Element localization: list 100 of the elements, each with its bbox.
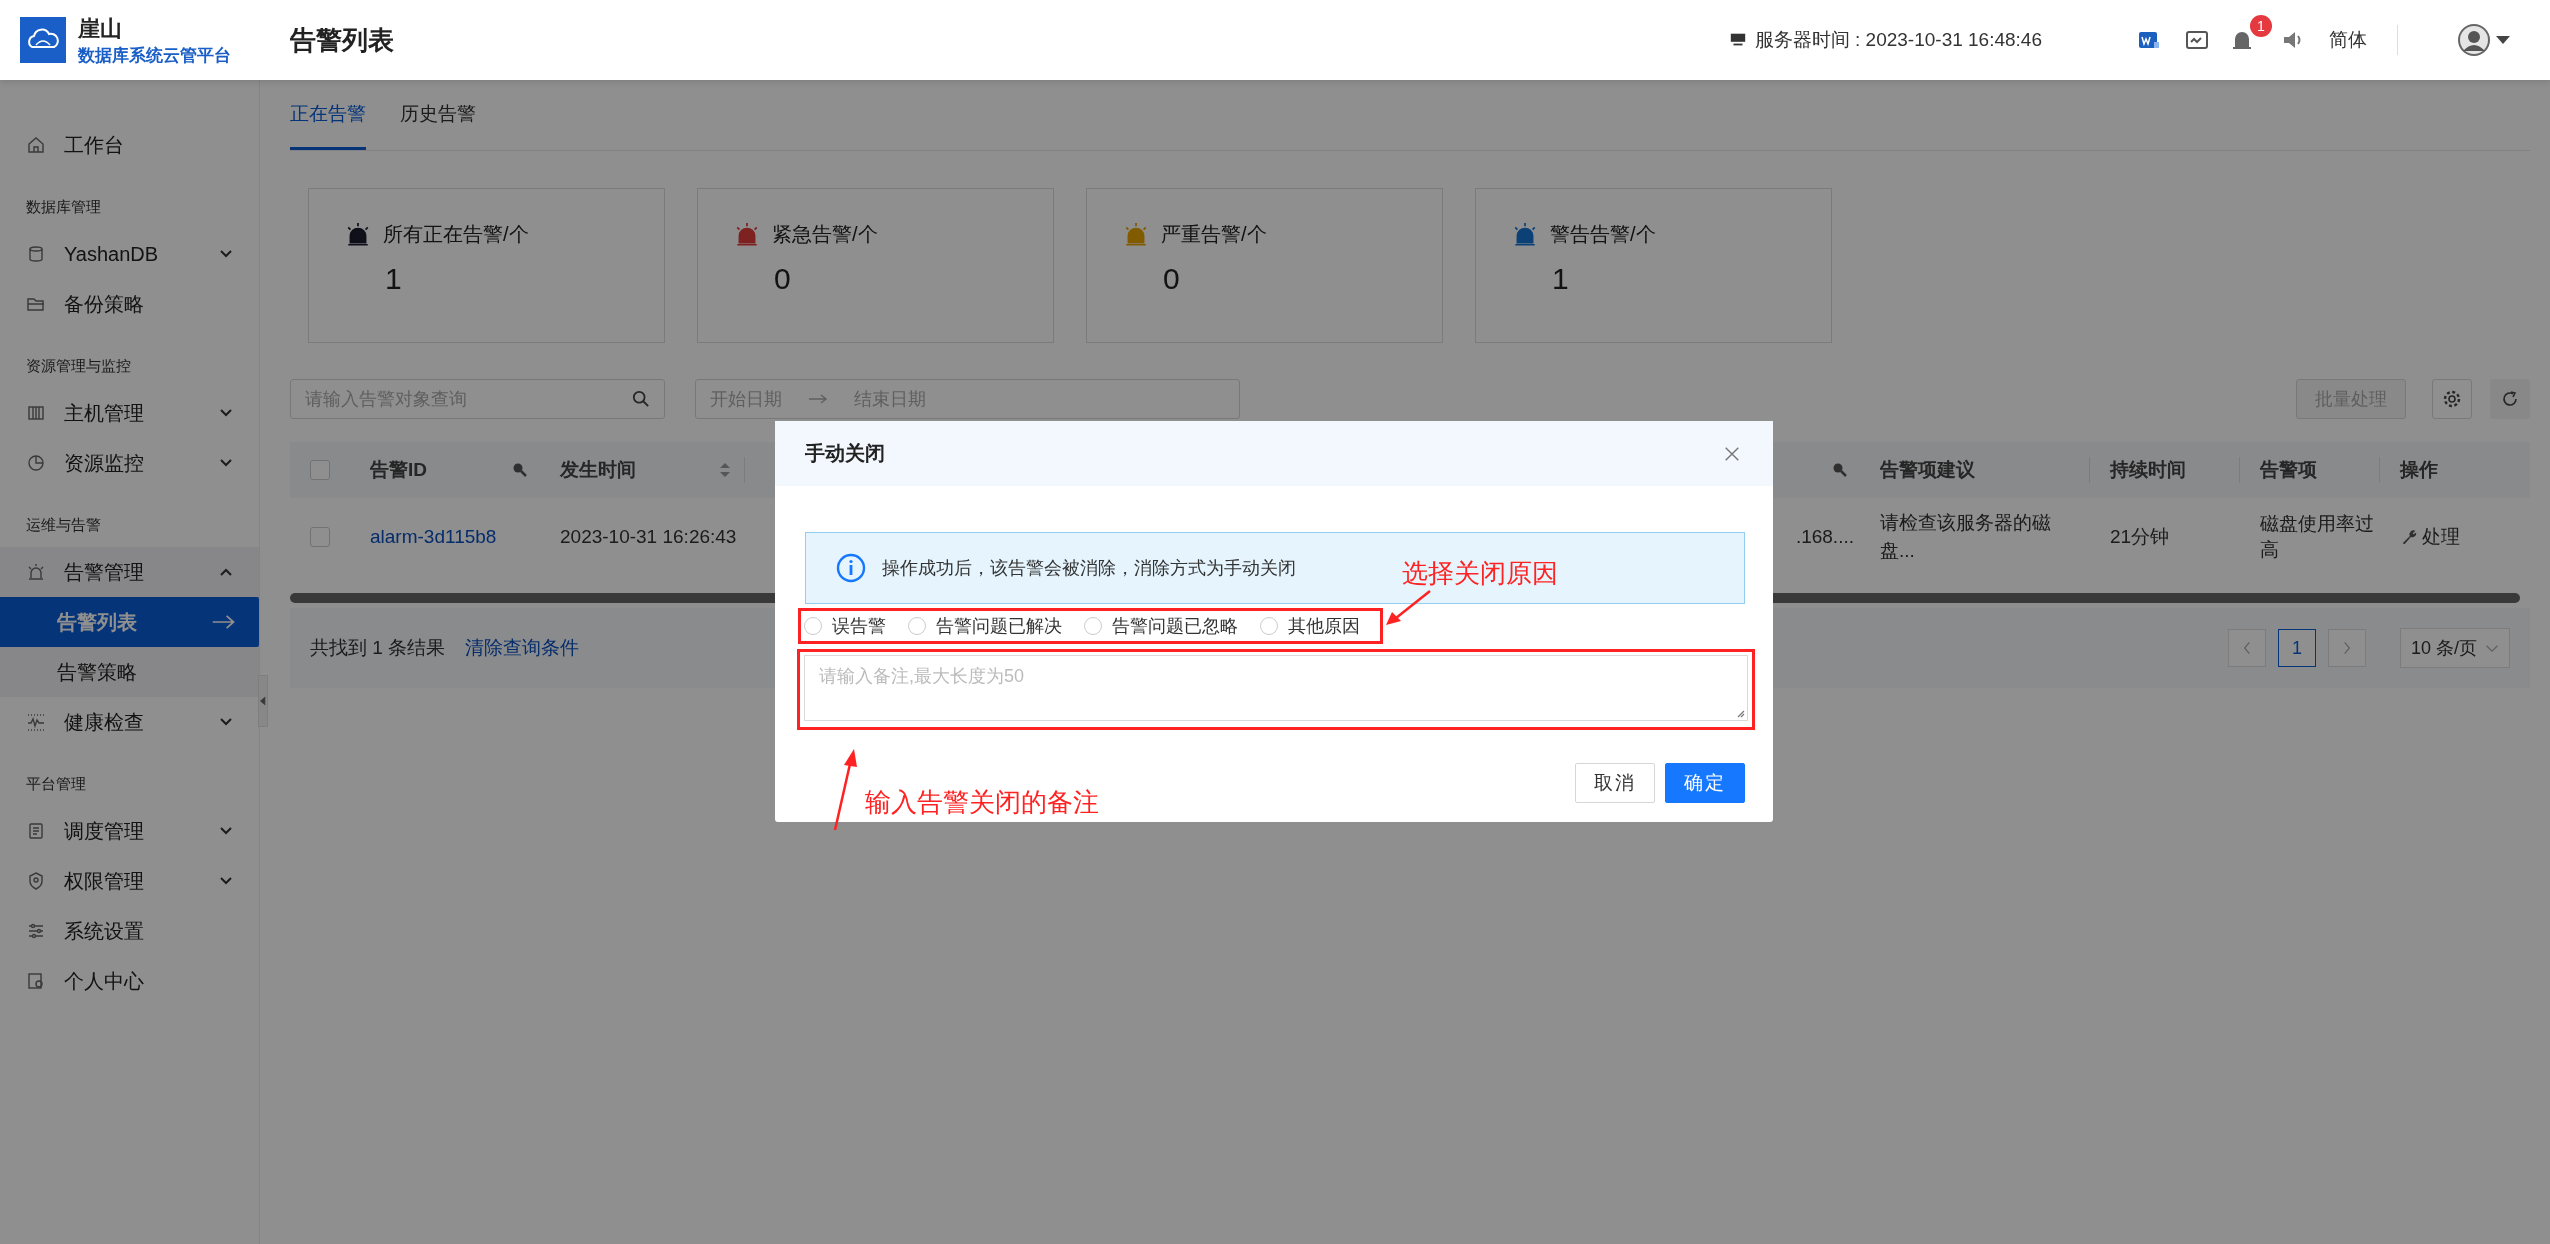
sliders-icon	[26, 921, 46, 941]
server-icon	[26, 403, 46, 423]
chevron-icon	[219, 826, 233, 836]
column-header: 持续时间	[2110, 458, 2186, 482]
database-icon	[26, 244, 46, 264]
page-title: 告警列表	[290, 23, 394, 57]
stat-value: 1	[1552, 262, 1570, 296]
settings-button[interactable]	[2432, 379, 2472, 419]
chevron-icon	[219, 876, 233, 886]
pie-chart-icon	[26, 453, 46, 473]
notification-badge: 1	[2250, 15, 2272, 37]
user-card-icon	[26, 971, 46, 991]
dialog-title: 手动关闭	[805, 441, 886, 466]
stat-value: 0	[774, 262, 792, 296]
sidebar-section-label: 资源管理与监控	[25, 356, 132, 376]
document-icon	[26, 821, 46, 841]
arrow-icon	[211, 613, 237, 631]
table-cell-text: 磁盘使用率过高	[2260, 512, 2375, 562]
cancel-button[interactable]: 取消	[1575, 763, 1655, 803]
radio-option[interactable]: 告警问题已忽略	[1084, 614, 1238, 638]
chevron-icon	[219, 567, 233, 577]
column-header: 告警项	[2260, 458, 2317, 482]
column-header: 发生时间	[560, 458, 636, 482]
stat-label: 所有正在告警/个	[383, 222, 529, 247]
chevron-icon	[219, 717, 233, 727]
sidebar-item[interactable]: 健康检查	[0, 697, 259, 747]
settings-icon	[2442, 389, 2462, 409]
column-header: 告警项建议	[1880, 458, 1975, 482]
chevron-icon	[219, 249, 233, 259]
sidebar-item[interactable]: 主机管理	[0, 388, 259, 438]
sidebar-item[interactable]: 权限管理	[0, 856, 259, 906]
sidebar-section-label: 运维与告警	[25, 515, 102, 535]
sidebar-subitem[interactable]: 告警列表	[0, 597, 259, 647]
chevron-icon	[219, 408, 233, 418]
home-icon	[26, 135, 46, 155]
column-header: 告警ID	[370, 458, 427, 482]
checkbox[interactable]	[310, 460, 330, 480]
cloud-logo-icon	[20, 17, 66, 63]
sidebar-section-label: 平台管理	[25, 774, 87, 794]
table-cell: .168....	[1795, 526, 1854, 548]
caret-icon[interactable]	[2496, 35, 2510, 45]
brand-name: 崖山	[78, 14, 123, 43]
table-cell-text: 请检查该服务器的磁盘...	[1880, 511, 2052, 563]
process-link[interactable]: 处理	[2400, 524, 2460, 550]
chevron-icon	[219, 458, 233, 468]
sidebar-item[interactable]: YashanDB	[0, 229, 259, 279]
server-time: 服务器时间 : 2023-10-31 16:48:46	[1754, 28, 2042, 52]
confirm-button[interactable]: 确定	[1665, 763, 1745, 803]
collapse-handle[interactable]	[258, 675, 268, 727]
sidebar-item[interactable]: 个人中心	[0, 956, 259, 1006]
sidebar-item[interactable]: 告警管理	[0, 547, 259, 597]
chevron-left-icon	[2242, 641, 2251, 655]
annotation-text: 输入告警关闭的备注	[865, 786, 1099, 819]
chevron-right-icon	[2342, 641, 2351, 655]
sidebar-section-label: 数据库管理	[25, 197, 102, 217]
sidebar-item[interactable]: 工作台	[0, 120, 259, 170]
checkbox[interactable]	[310, 527, 330, 547]
pulse-icon	[26, 712, 46, 732]
sidebar-subitem[interactable]: 告警策略	[0, 647, 259, 697]
alarm-icon[interactable]	[2233, 31, 2251, 49]
radio-option[interactable]: 其他原因	[1260, 614, 1360, 638]
sidebar-item[interactable]: 备份策略	[0, 279, 259, 329]
tab[interactable]: 历史告警	[400, 101, 476, 150]
close-icon[interactable]	[1723, 444, 1741, 463]
annotation-text: 选择关闭原因	[1402, 557, 1558, 590]
alarm-light-icon	[26, 562, 46, 582]
resize-handle-icon[interactable]	[1735, 708, 1745, 718]
refresh-icon	[2500, 389, 2520, 409]
stat-label: 警告告警/个	[1550, 222, 1656, 247]
info-icon	[836, 553, 866, 583]
stat-label: 紧急告警/个	[772, 222, 878, 247]
stat-value: 1	[385, 262, 403, 296]
info-message: 操作成功后，该告警会被消除，消除方式为手动关闭	[882, 557, 1296, 580]
sidebar-item[interactable]: 系统设置	[0, 906, 259, 956]
tab[interactable]: 正在告警	[290, 101, 366, 150]
shield-icon	[26, 871, 46, 891]
sidebar-item[interactable]: 资源监控	[0, 438, 259, 488]
brand-subtitle: 数据库系统云管平台	[78, 44, 231, 67]
stat-value: 0	[1163, 262, 1181, 296]
radio-option[interactable]: 误告警	[804, 614, 886, 638]
result-count: 共找到 1 条结果	[310, 636, 446, 660]
page-button[interactable]: 1	[2277, 629, 2316, 667]
search-icon	[632, 390, 650, 408]
language-label[interactable]: 简体	[2329, 27, 2367, 53]
table-cell: 2023-10-31 16:26:43	[560, 526, 737, 548]
radio-option[interactable]: 告警问题已解决	[908, 614, 1062, 638]
table-cell-text: 21分钟	[2110, 525, 2170, 549]
chevron-down-icon	[2485, 643, 2499, 653]
alarm-id-link[interactable]: alarm-3d115b8	[370, 526, 497, 548]
clear-filters-link[interactable]: 清除查询条件	[465, 635, 580, 661]
arrow-icon	[808, 394, 828, 404]
stat-label: 严重告警/个	[1161, 222, 1267, 247]
screen-icon[interactable]	[2185, 28, 2209, 52]
avatar-icon[interactable]	[2458, 24, 2490, 56]
page-size-select[interactable]: 10 条/页	[2399, 628, 2510, 668]
search-icon[interactable]	[1832, 462, 1848, 478]
search-icon[interactable]	[512, 462, 528, 478]
column-header: 操作	[2400, 458, 2438, 482]
sidebar-item[interactable]: 调度管理	[0, 806, 259, 856]
refresh-button[interactable]	[2490, 379, 2530, 419]
